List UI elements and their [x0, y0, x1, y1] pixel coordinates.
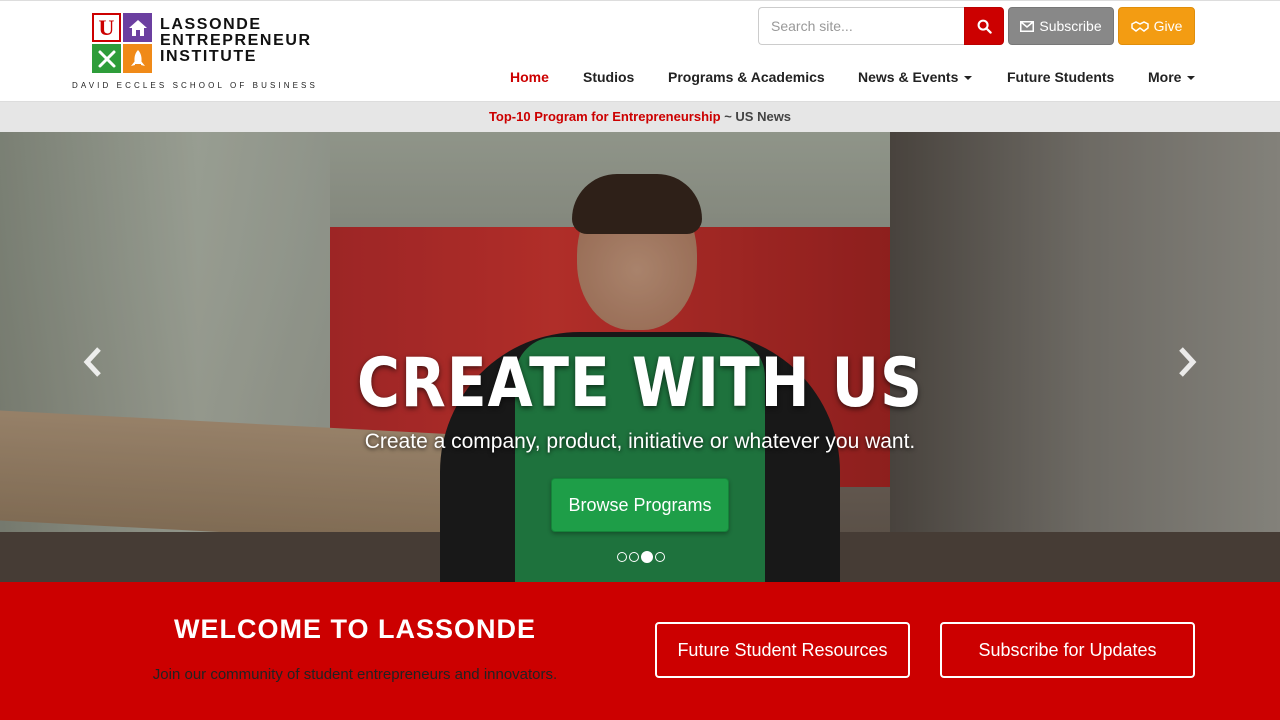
site-logo[interactable]: U LASSONDE ENTREPRENEUR INSTITUTE DAVID … [72, 11, 322, 91]
carousel-dot-3[interactable] [641, 551, 653, 563]
subscribe-updates-button[interactable]: Subscribe for Updates [940, 622, 1195, 678]
handshake-icon [1130, 20, 1149, 32]
notice-bar: Top-10 Program for Entrepreneurship ~ US… [0, 102, 1280, 132]
logo-wordmark: LASSONDE ENTREPRENEUR INSTITUTE [160, 17, 312, 65]
search-button[interactable] [964, 7, 1004, 45]
nav-more-label: More [1148, 69, 1182, 85]
search-input[interactable] [758, 7, 965, 45]
notice-link[interactable]: Top-10 Program for Entrepreneurship [489, 109, 721, 124]
logo-line-2: ENTREPRENEUR [160, 32, 312, 49]
welcome-subtitle: Join our community of student entreprene… [152, 666, 558, 683]
logo-line-3: INSTITUTE [160, 48, 258, 65]
logo-subtext: DAVID ECCLES SCHOOL OF BUSINESS [72, 81, 318, 90]
site-header: U LASSONDE ENTREPRENEUR INSTITUTE DAVID … [0, 0, 1280, 102]
notice-source: ~ US News [720, 109, 792, 124]
nav-future-students[interactable]: Future Students [1007, 69, 1114, 89]
house-icon [123, 13, 152, 42]
hero-subtitle: Create a company, product, initiative or… [364, 430, 916, 453]
envelope-icon [1020, 20, 1035, 32]
carousel-dot-2[interactable] [629, 552, 639, 562]
carousel-dot-1[interactable] [617, 552, 627, 562]
hero-title: CREATE WITH US [357, 344, 923, 423]
welcome-section: WELCOME TO LASSONDE Join our community o… [0, 582, 1280, 720]
carousel-indicators [617, 551, 665, 563]
nav-home[interactable]: Home [510, 69, 549, 89]
caret-down-icon [964, 76, 973, 81]
caret-down-icon [1187, 76, 1196, 81]
nav-news-events[interactable]: News & Events [858, 69, 973, 89]
hero-carousel: CREATE WITH US Create a company, product… [0, 132, 1280, 582]
nav-more[interactable]: More [1148, 69, 1196, 89]
nav-studios[interactable]: Studios [583, 69, 634, 89]
tools-icon [92, 44, 121, 73]
nav-programs-academics[interactable]: Programs & Academics [668, 69, 825, 89]
welcome-title: WELCOME TO LASSONDE [173, 614, 536, 644]
rocket-icon [123, 44, 152, 73]
logo-mark: U [92, 13, 154, 75]
logo-line-1: LASSONDE [160, 16, 262, 33]
subscribe-label: Subscribe [1039, 18, 1102, 34]
nav-news-events-label: News & Events [858, 69, 959, 85]
browse-programs-button[interactable]: Browse Programs [551, 478, 729, 532]
give-button[interactable]: Give [1118, 7, 1195, 45]
u-logo-icon: U [92, 13, 121, 42]
give-label: Give [1153, 18, 1183, 34]
future-student-resources-button[interactable]: Future Student Resources [655, 622, 910, 678]
search-icon [977, 19, 992, 34]
subscribe-button[interactable]: Subscribe [1008, 7, 1114, 45]
carousel-dot-4[interactable] [655, 552, 665, 562]
